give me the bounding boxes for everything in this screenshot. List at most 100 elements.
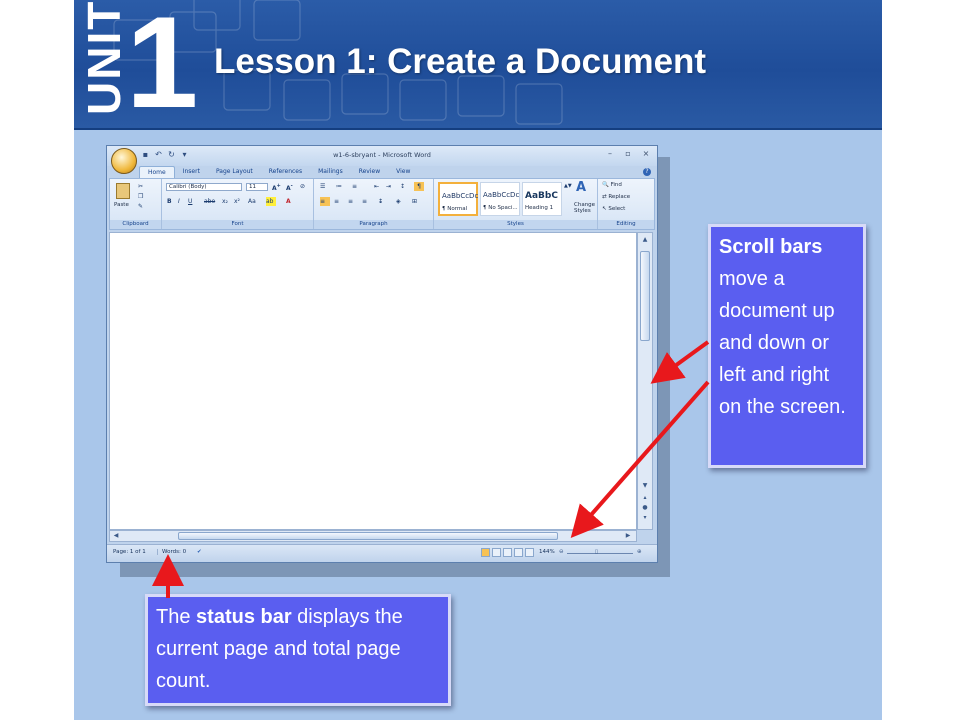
- italic-icon[interactable]: I: [178, 197, 180, 206]
- select-label: Select: [608, 206, 626, 212]
- next-page-icon[interactable]: ▾: [639, 513, 651, 523]
- horizontal-scroll-thumb[interactable]: [178, 532, 558, 540]
- change-styles-icon[interactable]: A: [576, 181, 586, 194]
- style-name: ¶ No Spaci...: [483, 205, 518, 211]
- zoom-in-icon[interactable]: ⊕: [637, 549, 642, 555]
- ribbon: Paste ✂ ❐ ✎ Clipboard Calibri (Body) 11 …: [109, 178, 655, 230]
- draft-view-icon[interactable]: [525, 548, 534, 557]
- bold-icon[interactable]: B: [167, 197, 172, 206]
- minimize-icon[interactable]: –: [605, 149, 615, 159]
- tab-page-layout[interactable]: Page Layout: [208, 166, 261, 178]
- borders-icon[interactable]: ⊞: [412, 197, 417, 206]
- bullets-icon[interactable]: ☰: [320, 182, 325, 191]
- copy-icon[interactable]: ❐: [138, 192, 143, 201]
- superscript-icon[interactable]: x²: [234, 197, 240, 206]
- increase-indent-icon[interactable]: ⇥: [386, 182, 391, 191]
- strikethrough-icon[interactable]: abe: [204, 197, 215, 206]
- tab-references[interactable]: References: [261, 166, 310, 178]
- font-size-box[interactable]: 11: [246, 183, 268, 191]
- find-button[interactable]: 🔍 Find: [602, 182, 622, 188]
- editing-group-label: Editing: [598, 220, 654, 229]
- multilevel-list-icon[interactable]: ≡: [352, 182, 357, 191]
- horizontal-scroll-bar[interactable]: ◀ ▶: [109, 530, 637, 542]
- style-name: Heading 1: [525, 205, 554, 211]
- print-layout-view-icon[interactable]: [481, 548, 490, 557]
- sort-icon[interactable]: ↕: [400, 182, 405, 191]
- paste-icon[interactable]: [116, 183, 130, 199]
- scroll-down-icon[interactable]: ▼: [639, 481, 651, 491]
- paste-button[interactable]: Paste: [114, 202, 129, 208]
- title-banner: UNIT 1 Lesson 1: Create a Document: [74, 0, 882, 130]
- word-title-bar: ▪ ↶ ↻ ▾ w1-6-sbryant - Microsoft Word – …: [107, 146, 657, 166]
- format-painter-icon[interactable]: ✎: [138, 202, 143, 211]
- tab-insert[interactable]: Insert: [175, 166, 208, 178]
- status-bar: Page: 1 of 1 Words: 0 ✔ 144% ⊖ ▯ ⊕: [107, 544, 657, 562]
- align-center-icon[interactable]: ≡: [334, 197, 339, 206]
- shrink-font-icon[interactable]: A-: [286, 182, 293, 192]
- shading-icon[interactable]: ◈: [396, 197, 401, 206]
- change-case-icon[interactable]: Aa: [248, 197, 256, 206]
- zoom-slider[interactable]: [567, 553, 633, 554]
- font-name-box[interactable]: Calibri (Body): [166, 183, 242, 191]
- clipboard-group: Paste ✂ ❐ ✎ Clipboard: [110, 179, 162, 229]
- maximize-icon[interactable]: ▫: [623, 149, 633, 159]
- justify-icon[interactable]: ≡: [362, 197, 367, 206]
- styles-scroll-icon[interactable]: ▲▼: [564, 182, 572, 191]
- highlight-icon[interactable]: ab: [266, 197, 276, 206]
- full-screen-reading-view-icon[interactable]: [492, 548, 501, 557]
- zoom-level[interactable]: 144%: [539, 549, 555, 555]
- replace-label: Replace: [608, 194, 631, 200]
- web-layout-view-icon[interactable]: [503, 548, 512, 557]
- underline-icon[interactable]: U: [188, 197, 192, 206]
- replace-button[interactable]: ⇄ Replace: [602, 194, 630, 200]
- tab-mailings[interactable]: Mailings: [310, 166, 351, 178]
- subscript-icon[interactable]: x₂: [222, 197, 228, 206]
- select-button[interactable]: ↖ Select: [602, 206, 625, 212]
- style-sample: AaBbCcDc: [442, 192, 479, 200]
- style-heading-1[interactable]: AaBbC Heading 1: [522, 182, 562, 216]
- align-right-icon[interactable]: ≡: [348, 197, 353, 206]
- scroll-right-icon[interactable]: ▶: [622, 531, 634, 541]
- scroll-up-icon[interactable]: ▲: [639, 235, 651, 245]
- word-count[interactable]: Words: 0: [157, 549, 186, 555]
- office-button[interactable]: [111, 148, 137, 174]
- zoom-slider-thumb[interactable]: ▯: [595, 549, 598, 555]
- page-count[interactable]: Page: 1 of 1: [113, 549, 146, 555]
- scroll-bars-callout: Scroll bars move a document up and down …: [708, 224, 866, 468]
- window-title: w1-6-sbryant - Microsoft Word: [333, 151, 431, 159]
- style-normal[interactable]: AaBbCcDc ¶ Normal: [438, 182, 478, 216]
- callout-text: move a document up and down or left and …: [719, 268, 846, 418]
- previous-page-icon[interactable]: ▴: [639, 493, 651, 503]
- line-spacing-icon[interactable]: ↨: [378, 197, 383, 206]
- font-color-icon[interactable]: A: [286, 197, 291, 206]
- outline-view-icon[interactable]: [514, 548, 523, 557]
- clear-formatting-icon[interactable]: ⊘: [300, 182, 305, 191]
- vertical-scroll-thumb[interactable]: [640, 251, 650, 341]
- zoom-out-icon[interactable]: ⊖: [559, 549, 564, 555]
- document-area[interactable]: [109, 232, 637, 530]
- numbering-icon[interactable]: ≔: [336, 182, 342, 191]
- show-formatting-icon[interactable]: ¶: [414, 182, 424, 191]
- decrease-indent-icon[interactable]: ⇤: [374, 182, 379, 191]
- proofing-icon[interactable]: ✔: [197, 549, 202, 555]
- cut-icon[interactable]: ✂: [138, 182, 143, 191]
- tab-review[interactable]: Review: [351, 166, 388, 178]
- clipboard-group-label: Clipboard: [110, 220, 161, 229]
- change-styles-button[interactable]: Change Styles: [574, 202, 596, 214]
- browse-object-icon[interactable]: ●: [639, 503, 651, 513]
- vertical-scroll-bar[interactable]: ▲ ▼ ▴ ● ▾: [637, 232, 653, 530]
- tab-home[interactable]: Home: [139, 166, 175, 178]
- grow-font-icon[interactable]: A+: [272, 182, 281, 192]
- help-icon[interactable]: ?: [643, 168, 651, 176]
- style-no-spacing[interactable]: AaBbCcDc ¶ No Spaci...: [480, 182, 520, 216]
- style-name: ¶ Normal: [442, 206, 468, 212]
- lesson-title: Lesson 1: Create a Document: [214, 42, 707, 81]
- unit-number: 1: [126, 0, 199, 130]
- align-left-icon[interactable]: ≡: [320, 197, 330, 206]
- scroll-left-icon[interactable]: ◀: [110, 531, 122, 541]
- close-icon[interactable]: ×: [641, 149, 651, 159]
- tab-view[interactable]: View: [388, 166, 418, 178]
- paragraph-group: ☰ ≔ ≡ ⇤ ⇥ ↕ ¶ ≡ ≡ ≡ ≡ ↨ ◈ ⊞ Paragraph: [314, 179, 434, 229]
- unit-label: UNIT: [78, 0, 130, 115]
- callout-bold: Scroll bars: [719, 236, 823, 258]
